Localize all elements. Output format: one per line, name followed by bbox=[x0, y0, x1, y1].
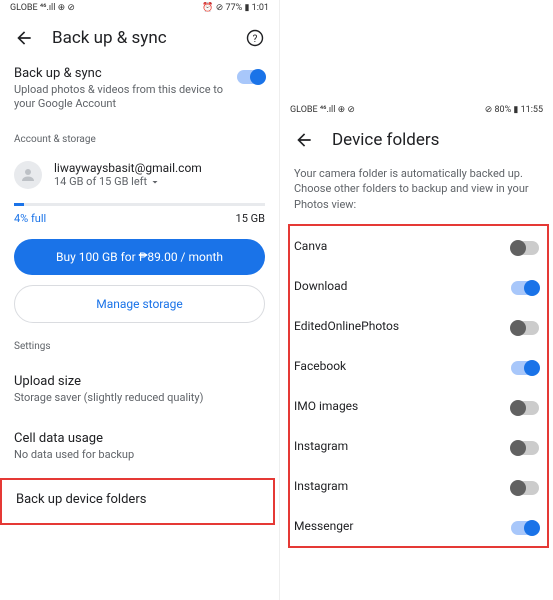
folder-name: Canva bbox=[294, 239, 327, 253]
manage-storage-button[interactable]: Manage storage bbox=[14, 285, 265, 323]
folder-toggle[interactable] bbox=[511, 321, 539, 335]
account-row[interactable]: liwaywaysbasit@gmail.com 14 GB of 15 GB … bbox=[0, 155, 279, 203]
folder-row[interactable]: Instagram bbox=[290, 426, 547, 466]
carrier-status: GLOBE ⁴⁶.ıll ⊕ ⊘ bbox=[290, 105, 355, 115]
backup-sync-screen: GLOBE ⁴⁶.ıll ⊕ ⊘ ⏰ ⊘ 77% ▮ 1:01 Back up … bbox=[0, 0, 280, 600]
header: Device folders bbox=[280, 116, 553, 166]
avatar bbox=[14, 161, 42, 189]
folder-row[interactable]: Instagram bbox=[290, 466, 547, 506]
folder-toggle[interactable] bbox=[511, 241, 539, 255]
folder-name: Messenger bbox=[294, 519, 353, 533]
upload-size-title: Upload size bbox=[14, 374, 265, 389]
folder-name: Download bbox=[294, 279, 347, 293]
back-icon[interactable] bbox=[14, 28, 34, 48]
backup-device-folders-item[interactable]: Back up device folders bbox=[0, 478, 275, 525]
folder-toggle[interactable] bbox=[511, 441, 539, 455]
account-email: liwaywaysbasit@gmail.com bbox=[54, 161, 202, 175]
folder-list: Canva Download EditedOnlinePhotos Facebook I… bbox=[288, 224, 549, 548]
chevron-down-icon bbox=[149, 176, 161, 188]
cell-data-title: Cell data usage bbox=[14, 431, 265, 446]
settings-section-label: Settings bbox=[0, 333, 279, 362]
page-title: Back up & sync bbox=[52, 28, 167, 48]
upload-size-item[interactable]: Upload size Storage saver (slightly redu… bbox=[0, 362, 279, 419]
status-right: ⊘ 80% ▮ 11:55 bbox=[485, 105, 543, 115]
header: Back up & sync ? bbox=[0, 16, 279, 66]
folder-row[interactable]: Download bbox=[290, 266, 547, 306]
account-section-label: Account & storage bbox=[0, 126, 279, 155]
backup-sync-toggle-row[interactable]: Back up & sync Upload photos & videos fr… bbox=[0, 66, 279, 126]
device-folders-screen: GLOBE ⁴⁶.ıll ⊕ ⊘ ⊘ 80% ▮ 11:55 Device fo… bbox=[280, 0, 553, 600]
backup-title: Back up & sync bbox=[14, 66, 229, 81]
folder-row[interactable]: Messenger bbox=[290, 506, 547, 546]
folder-toggle[interactable] bbox=[511, 521, 539, 535]
folder-toggle[interactable] bbox=[511, 281, 539, 295]
buy-storage-button[interactable]: Buy 100 GB for ₱89.00 / month bbox=[14, 239, 265, 275]
progress-pct: 4% full bbox=[14, 212, 46, 225]
cell-data-sub: No data used for backup bbox=[14, 448, 265, 462]
folder-name: Instagram bbox=[294, 439, 348, 453]
upload-size-sub: Storage saver (slightly reduced quality) bbox=[14, 391, 265, 405]
account-storage: 14 GB of 15 GB left bbox=[54, 175, 147, 188]
folder-name: EditedOnlinePhotos bbox=[294, 319, 399, 333]
status-bar: GLOBE ⁴⁶.ıll ⊕ ⊘ ⏰ ⊘ 77% ▮ 1:01 bbox=[0, 0, 279, 16]
backup-device-folders-title: Back up device folders bbox=[16, 492, 259, 507]
folder-description: Your camera folder is automatically back… bbox=[280, 166, 553, 224]
carrier-status: GLOBE ⁴⁶.ıll ⊕ ⊘ bbox=[10, 3, 75, 13]
storage-progress: 4% full 15 GB bbox=[0, 203, 279, 239]
status-right: ⏰ ⊘ 77% ▮ 1:01 bbox=[202, 3, 269, 13]
svg-text:?: ? bbox=[253, 34, 258, 45]
folder-name: Facebook bbox=[294, 359, 346, 373]
cell-data-item[interactable]: Cell data usage No data used for backup bbox=[0, 419, 279, 476]
folder-row[interactable]: Canva bbox=[290, 226, 547, 266]
folder-name: Instagram bbox=[294, 479, 348, 493]
status-bar: GLOBE ⁴⁶.ıll ⊕ ⊘ ⊘ 80% ▮ 11:55 bbox=[280, 0, 553, 116]
folder-toggle[interactable] bbox=[511, 401, 539, 415]
folder-row[interactable]: EditedOnlinePhotos bbox=[290, 306, 547, 346]
folder-name: IMO images bbox=[294, 399, 358, 413]
folder-row[interactable]: Facebook bbox=[290, 346, 547, 386]
folder-row[interactable]: IMO images bbox=[290, 386, 547, 426]
back-icon[interactable] bbox=[294, 130, 314, 150]
progress-total: 15 GB bbox=[236, 212, 265, 225]
progress-fill bbox=[14, 203, 24, 206]
backup-toggle[interactable] bbox=[237, 70, 265, 84]
help-icon[interactable]: ? bbox=[245, 28, 265, 48]
backup-subtitle: Upload photos & videos from this device … bbox=[14, 83, 229, 112]
folder-toggle[interactable] bbox=[511, 361, 539, 375]
page-title: Device folders bbox=[332, 130, 439, 150]
folder-toggle[interactable] bbox=[511, 481, 539, 495]
